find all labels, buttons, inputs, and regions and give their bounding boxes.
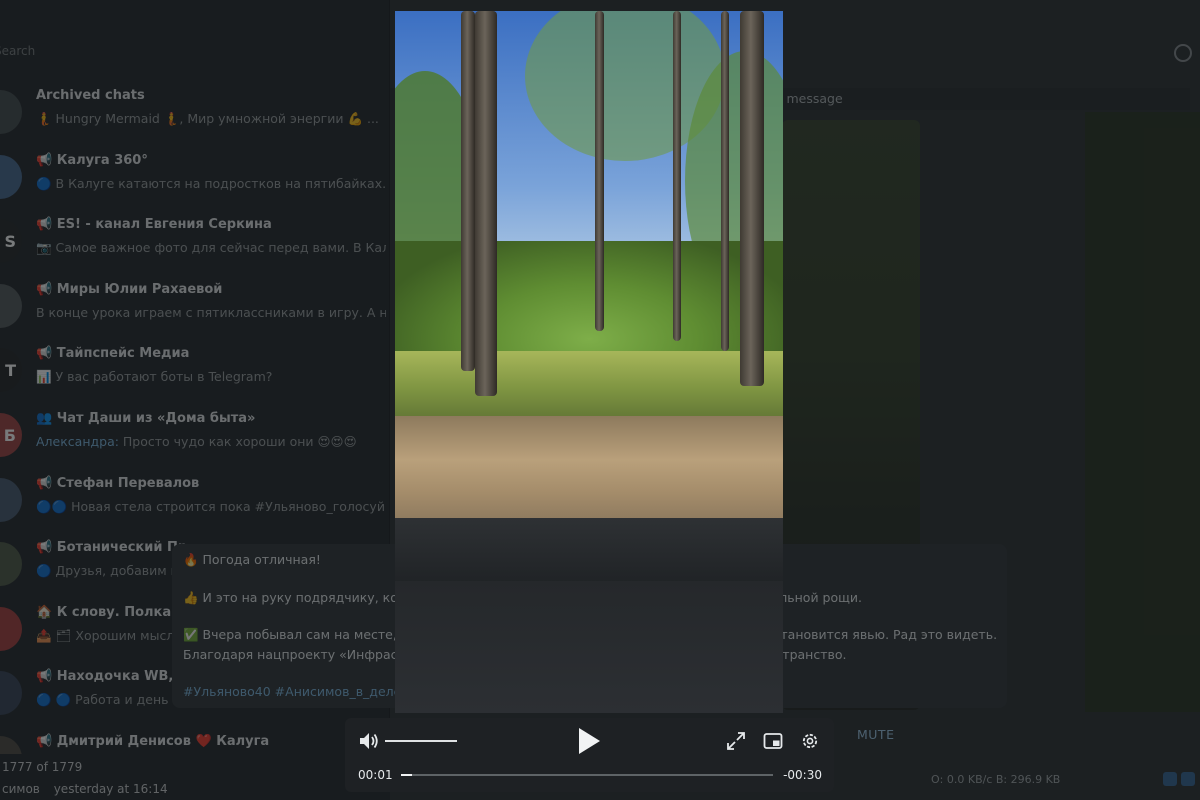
chat-background <box>1085 112 1200 712</box>
video-tree-trunk <box>721 11 729 351</box>
chat-title: 🏠 К слову. Полка <box>36 604 172 620</box>
chat-preview-text: В конце урока играем с пятиклассниками в… <box>36 304 386 320</box>
fullscreen-icon[interactable] <box>727 732 745 750</box>
search-icon[interactable] <box>1174 44 1192 62</box>
chat-preview: 🧜 Hungry Mermaid 🧜, Мир умножной энергии… <box>36 111 386 127</box>
chat-title: 📢 Миры Юлии Рахаевой <box>36 281 223 297</box>
remaining-time: -00:30 <box>783 768 822 782</box>
chat-title: 👥 Чат Даши из «Дома быта» <box>36 411 256 426</box>
video-tree-trunk <box>740 11 764 386</box>
seek-bar-progress <box>401 774 413 776</box>
chat-title: 📢 Дмитрий Денисов ❤️ Калуга <box>36 734 270 749</box>
author-name: симов <box>2 782 40 796</box>
chat-preview: В конце урока играем с пятиклассниками в… <box>36 305 386 320</box>
chat-preview-sender: Александра: <box>36 434 119 449</box>
picture-in-picture-icon[interactable] <box>763 731 783 751</box>
chat-list-item[interactable]: Archived chats 🧜 Hungry Mermaid 🧜, Мир ум… <box>0 84 390 148</box>
message-author-info: симов yesterday at 16:14 <box>2 782 168 796</box>
volume-slider[interactable] <box>385 740 457 742</box>
mute-button[interactable]: MUTE <box>857 727 894 742</box>
chat-preview-text: 🔵 🔵 Работа и день ... <box>36 692 185 708</box>
chat-title: Archived chats <box>36 88 145 103</box>
current-time: 00:01 <box>358 768 393 782</box>
seek-bar[interactable] <box>401 774 773 776</box>
chat-preview-text: 📊 У вас работают боты в Telegram? <box>36 369 273 385</box>
chat-avatar <box>0 477 22 522</box>
chat-avatar <box>0 671 22 716</box>
search-input[interactable]: Search <box>0 44 35 58</box>
chat-preview-text: 🔵🔵 Новая стела строится пока #Ульяново_г… <box>36 498 386 514</box>
play-icon[interactable] <box>577 727 601 755</box>
gear-icon[interactable] <box>800 731 820 751</box>
network-stats: О: 0.0 KB/с В: 296.9 KB <box>931 773 1061 786</box>
facebook-icon[interactable] <box>1163 772 1177 786</box>
video-asphalt <box>395 581 783 713</box>
chat-preview-text: 🔵 В Калуге катаются на подростков на пят… <box>36 175 386 191</box>
chat-avatar <box>0 154 22 199</box>
chat-list-item[interactable]: 📢 Калуга 360° 🔵 В Калуге катаются на подр… <box>0 149 390 213</box>
chat-avatar <box>0 606 22 651</box>
chat-preview: Александра: Просто чудо как хороши они 😍… <box>36 434 386 449</box>
chat-avatar: T <box>0 348 22 393</box>
chat-avatar: Б <box>0 413 22 457</box>
chat-preview: 📊 У вас работают боты в Telegram? <box>36 369 386 385</box>
video-grass <box>395 351 783 426</box>
video-ground <box>395 416 783 526</box>
chat-list-item[interactable]: Б 👥 Чат Даши из «Дома быта» Александра: Пр… <box>0 407 390 471</box>
video-tree-trunk <box>673 11 681 341</box>
chat-preview-text: Просто чудо как хороши они 😍😍😍 <box>118 434 357 449</box>
chat-preview: 🔵 В Калуге катаются на подростков на пят… <box>36 176 386 192</box>
chat-preview-text: 📷 Самое важное фото для сейчас перед вам… <box>36 240 386 256</box>
message-text-line: 🔥 Погода отличная! <box>183 552 321 567</box>
sidebar-footer: 1777 of 1779 симов yesterday at 16:14 <box>0 754 390 800</box>
video-asphalt-edge <box>395 518 783 588</box>
chat-avatar <box>0 90 22 134</box>
video-player-controls: 00:01 -00:30 <box>345 718 834 792</box>
video-tree-trunk <box>595 11 604 331</box>
chat-title: 📢 Тайпспейс Медиа <box>36 346 190 362</box>
chat-list-item[interactable]: T 📢 Тайпспейс Медиа 📊 У вас работают боты … <box>0 342 390 406</box>
chat-title: 📢 ES! - канал Евгения Серкина <box>36 217 272 233</box>
hashtags-link[interactable]: #Ульяново40 #Анисимов_в_деле <box>183 684 401 699</box>
chat-avatar: S <box>0 219 22 264</box>
message-time: yesterday at 16:14 <box>53 782 168 796</box>
chat-avatar <box>0 542 22 587</box>
video-tree-trunk <box>461 11 475 371</box>
chat-title: 📢 Стефан Перевалов <box>36 475 200 491</box>
chat-list-item[interactable]: 📢 Миры Юлии Рахаевой В конце урока играем… <box>0 278 390 342</box>
chat-avatar <box>0 283 22 328</box>
chat-preview: 🔵🔵 Новая стела строится пока #Ульяново_г… <box>36 499 386 515</box>
chat-title: 📢 Калуга 360° <box>36 152 148 168</box>
media-counter: 1777 of 1779 <box>2 760 83 774</box>
chat-preview-text: 🧜 Hungry Mermaid 🧜, Мир умножной энергии… <box>36 111 379 126</box>
twitter-icon[interactable] <box>1181 772 1195 786</box>
chat-list-item[interactable]: S 📢 ES! - канал Евгения Серкина 📷 Самое ва… <box>0 213 390 277</box>
video-frame[interactable] <box>395 11 783 713</box>
chat-list-item[interactable]: 📢 Стефан Перевалов 🔵🔵 Новая стела строитс… <box>0 472 390 536</box>
chat-preview: 📷 Самое важное фото для сейчас перед вам… <box>36 240 386 256</box>
video-tree-trunk <box>475 11 497 396</box>
volume-icon[interactable] <box>359 732 379 750</box>
